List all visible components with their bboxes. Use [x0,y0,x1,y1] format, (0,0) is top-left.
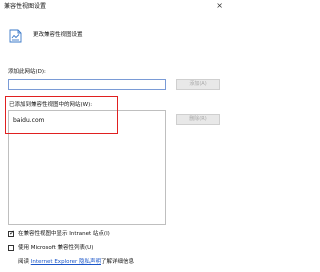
add-site-input[interactable] [8,79,166,90]
checkmark-icon: ✓ [9,229,15,237]
add-site-label: 添加此网站(D): [8,69,46,75]
footer-suffix: 了解详细信息 [101,259,135,265]
footer-prefix: 阅读 [18,259,31,265]
add-button[interactable]: 添加(A) [176,79,220,90]
close-icon[interactable]: × [216,1,223,11]
highlight-annotation [5,96,118,134]
ms-list-label: 使用 Microsoft 兼容性列表(U) [18,245,94,251]
compat-view-icon [9,29,22,43]
footer-note: 阅读 Internet Explorer 隐私声明了解详细信息 [18,258,134,266]
privacy-link[interactable]: Internet Explorer 隐私声明 [31,259,101,265]
compat-view-dialog: 兼容性视图设置 × 更改兼容性视图设置 添加此网站(D): 添加(A) 已添加到… [0,0,229,272]
title-bar: 兼容性视图设置 × [0,0,229,14]
remove-button[interactable]: 删除(R) [176,114,220,125]
intranet-label: 在兼容性视图中显示 Intranet 站点(I) [18,231,110,237]
header-text: 更改兼容性视图设置 [33,32,83,38]
window-title: 兼容性视图设置 [4,3,47,10]
intranet-checkbox[interactable]: ✓ [8,229,15,237]
ms-list-checkbox[interactable] [8,245,14,251]
